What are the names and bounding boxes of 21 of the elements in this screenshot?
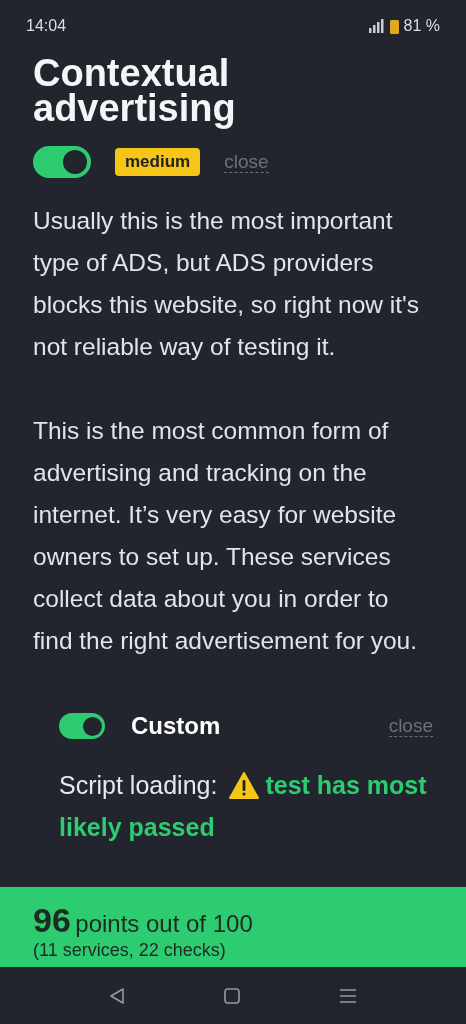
service-name: Custom — [131, 712, 221, 740]
menu-icon[interactable] — [338, 987, 357, 1004]
severity-badge: medium — [115, 148, 201, 176]
battery-icon — [389, 18, 399, 34]
close-link[interactable]: close — [388, 715, 433, 737]
warning-icon — [229, 771, 260, 799]
score-value: 96 — [33, 901, 71, 939]
toggle-switch[interactable] — [59, 713, 105, 739]
score-detail: (11 services, 22 checks) — [33, 940, 227, 961]
score-text: points out of 100 — [75, 910, 253, 937]
check-label: Script loading: — [59, 770, 218, 801]
close-link[interactable]: close — [224, 151, 269, 173]
status-time: 14:04 — [26, 17, 67, 35]
description-text: Usually this is the most important type of ADS, but ADS providers blocks this website, so right now it's not reliable way of testing it. — [33, 206, 420, 362]
check-result: likely passed — [59, 812, 215, 843]
toggle-switch[interactable] — [33, 146, 91, 178]
back-icon[interactable] — [109, 986, 126, 1005]
battery-level: 81 % — [403, 17, 440, 35]
home-icon[interactable] — [224, 987, 240, 1004]
description-text: This is the most common form of advertising and tracking on the internet. It’s very easy for website owners to set up. These services collect data about you in order to find the right advertisement for you. — [33, 416, 419, 656]
check-result: test has most — [265, 770, 427, 801]
